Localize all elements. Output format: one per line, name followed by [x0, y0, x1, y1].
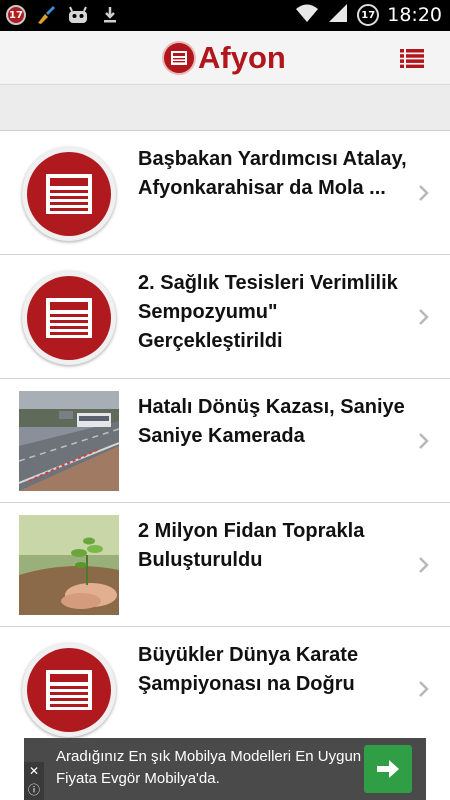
- app-title: Afyon: [198, 40, 286, 75]
- ad-text: Aradığınız En şık Mobilya Modelleri En U…: [56, 748, 362, 787]
- newspaper-icon: [22, 271, 116, 365]
- ad-close-button[interactable]: ✕ ⓘ: [24, 762, 44, 800]
- list-item[interactable]: Başbakan Yardımcısı Atalay, Afyonkarahis…: [0, 131, 450, 255]
- signal-icon: [327, 3, 349, 28]
- info-icon[interactable]: ⓘ: [28, 781, 40, 798]
- notification-badge-icon: 17: [6, 5, 26, 25]
- chevron-right-icon: [419, 432, 429, 449]
- arrow-right-icon: [377, 760, 399, 778]
- chevron-right-icon: [419, 184, 429, 201]
- wifi-icon: [295, 3, 319, 28]
- chevron-right-icon: [419, 308, 429, 325]
- list-menu-icon[interactable]: [400, 48, 424, 68]
- newspaper-icon: [22, 643, 116, 737]
- newspaper-icon: [22, 147, 116, 241]
- news-title: Büyükler Dünya Karate Şampiyonası na Doğ…: [138, 644, 359, 695]
- list-item[interactable]: 2. Sağlık Tesisleri Verimlilik Sempozyum…: [0, 255, 450, 379]
- news-title: Başbakan Yardımcısı Atalay, Afyonkarahis…: [138, 148, 407, 199]
- ad-banner[interactable]: ✕ ⓘ Aradığınız En şık Mobilya Modelleri …: [24, 738, 426, 800]
- broom-icon: [34, 4, 58, 26]
- newspaper-icon: [164, 43, 194, 73]
- list-item[interactable]: 2 Milyon Fidan Toprakla Buluşturuldu: [0, 503, 450, 627]
- sub-toolbar: [0, 85, 450, 131]
- app-logo: Afyon: [164, 40, 286, 76]
- download-icon: [98, 4, 122, 26]
- status-bar: 17 17 18:20: [0, 0, 450, 31]
- news-title: Hatalı Dönüş Kazası, Saniye Saniye Kamer…: [138, 396, 405, 447]
- chevron-right-icon: [419, 681, 429, 697]
- android-icon: [66, 4, 90, 26]
- chevron-right-icon: [419, 556, 429, 573]
- list-item[interactable]: Büyükler Dünya Karate Şampiyonası na Doğ…: [0, 627, 450, 751]
- news-title: 2 Milyon Fidan Toprakla Buluşturuldu: [138, 520, 365, 571]
- seedling-photo: [19, 515, 119, 615]
- close-icon[interactable]: ✕: [29, 764, 39, 778]
- clock: 18:20: [387, 4, 442, 26]
- ad-go-button[interactable]: [364, 745, 412, 793]
- battery-icon: 17: [357, 4, 380, 26]
- list-item[interactable]: Hatalı Dönüş Kazası, Saniye Saniye Kamer…: [0, 379, 450, 503]
- app-bar: Afyon: [0, 31, 450, 85]
- news-list: Başbakan Yardımcısı Atalay, Afyonkarahis…: [0, 131, 450, 751]
- news-title: 2. Sağlık Tesisleri Verimlilik Sempozyum…: [138, 272, 398, 352]
- road-photo: [19, 391, 119, 491]
